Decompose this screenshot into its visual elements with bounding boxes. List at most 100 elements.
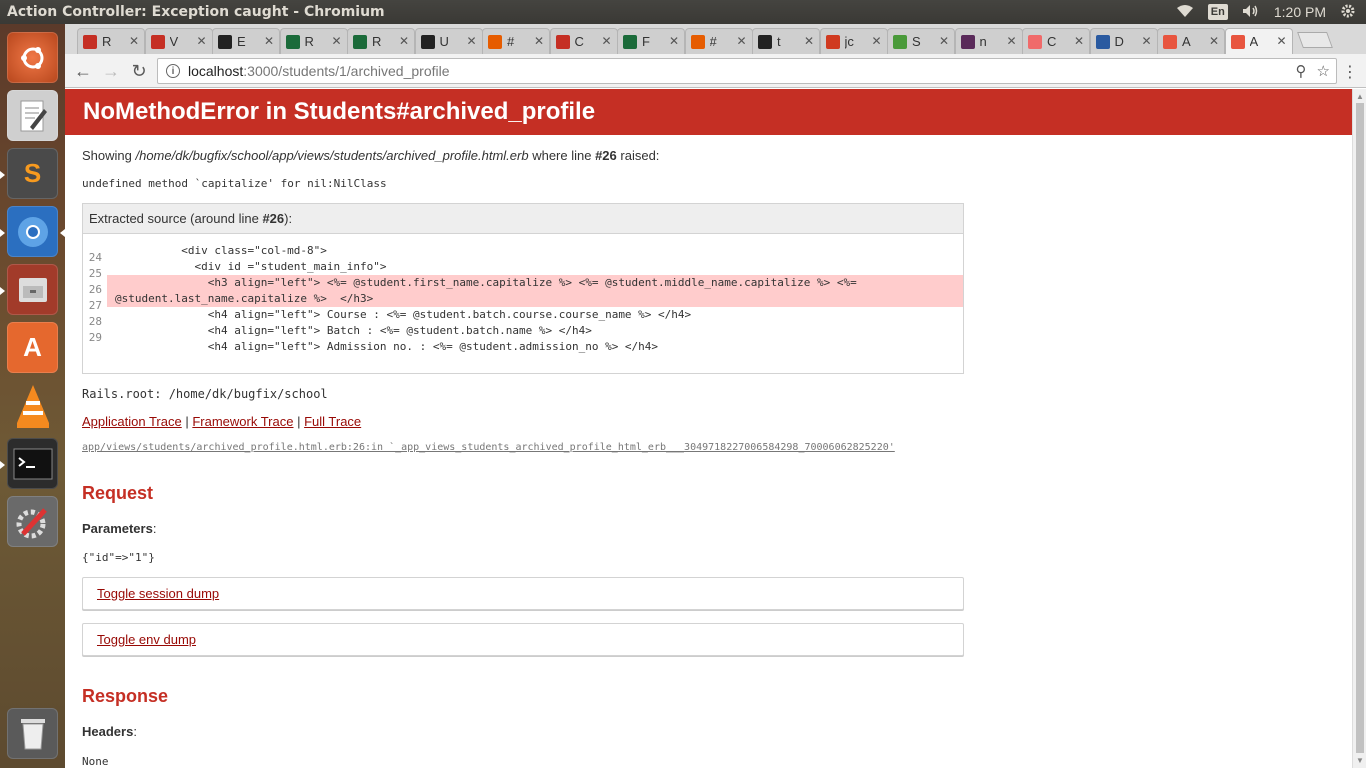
tab-close-icon[interactable]: ✕ <box>331 34 341 48</box>
request-heading: Request <box>82 483 154 503</box>
browser-tab[interactable]: C ✕ <box>1022 28 1090 54</box>
forward-arrow-icon[interactable]: → <box>100 60 122 82</box>
terminal-icon[interactable] <box>7 438 58 489</box>
browser-menu-icon[interactable]: ⋮ <box>1342 62 1358 82</box>
tab-favicon-icon <box>420 34 435 49</box>
tab-label: U <box>439 34 449 49</box>
clock[interactable]: 1:20 PM <box>1274 4 1326 20</box>
text-editor-icon[interactable] <box>7 90 58 141</box>
line-number: 29 <box>88 331 102 344</box>
page-info-icon[interactable]: i <box>166 64 180 78</box>
tab-favicon-icon <box>690 34 705 49</box>
tab-close-icon[interactable]: ✕ <box>1006 34 1016 48</box>
tab-close-icon[interactable]: ✕ <box>1209 34 1219 48</box>
tab-close-icon[interactable]: ✕ <box>804 34 814 48</box>
volume-icon[interactable] <box>1242 4 1260 21</box>
tab-favicon-icon <box>353 34 367 49</box>
tab-close-icon[interactable]: ✕ <box>534 34 544 48</box>
back-arrow-icon[interactable]: ← <box>72 60 94 82</box>
system-settings-icon[interactable] <box>7 496 58 547</box>
browser-tab[interactable]: A ✕ <box>1224 28 1293 54</box>
file-manager-icon[interactable] <box>7 264 58 315</box>
tab-close-icon[interactable]: ✕ <box>466 34 476 48</box>
browser-tab[interactable]: D ✕ <box>1089 28 1158 54</box>
browser-tab[interactable]: E ✕ <box>212 28 280 54</box>
bookmark-star-icon[interactable]: ☆ <box>1317 62 1330 80</box>
trace-line-link[interactable]: app/views/students/archived_profile.html… <box>82 442 1335 453</box>
new-tab-button[interactable] <box>1297 32 1333 48</box>
extracted-source: Extracted source (around line #26): 24 25… <box>82 203 964 374</box>
page-scrollbar[interactable]: ▲ ▼ <box>1352 89 1366 768</box>
browser-tab[interactable]: n ✕ <box>954 28 1023 54</box>
full-trace-link[interactable]: Full Trace <box>304 414 361 429</box>
launcher: S A <box>0 24 65 768</box>
browser-tab[interactable]: R ✕ <box>347 28 415 54</box>
tab-close-icon[interactable]: ✕ <box>871 34 881 48</box>
tab-close-icon[interactable]: ✕ <box>196 34 206 48</box>
tab-label: # <box>507 34 515 49</box>
browser-tab[interactable]: # ✕ <box>482 28 550 54</box>
browser-tab[interactable]: t ✕ <box>752 28 820 54</box>
scroll-down-icon[interactable]: ▼ <box>1356 756 1364 765</box>
scroll-up-icon[interactable]: ▲ <box>1356 92 1364 101</box>
tab-close-icon[interactable]: ✕ <box>1141 34 1151 48</box>
vlc-icon[interactable] <box>7 380 58 431</box>
software-center-icon[interactable]: A <box>7 322 58 373</box>
extracted-source-title: Extracted source (around line #26): <box>83 204 963 234</box>
browser-tab[interactable]: R ✕ <box>77 28 145 54</box>
address-bar[interactable]: i localhost:3000/students/1/archived_pro… <box>157 58 1337 84</box>
scrollbar-thumb[interactable] <box>1356 103 1364 753</box>
line-number: 26 <box>88 283 102 296</box>
browser-tab[interactable]: F ✕ <box>617 28 685 54</box>
rails-root: Rails.root: /home/dk/bugfix/school <box>82 387 328 401</box>
browser-tab[interactable]: # ✕ <box>684 28 753 54</box>
tab-label: E <box>237 34 246 49</box>
browser-tab[interactable]: S ✕ <box>887 28 955 54</box>
tab-close-icon[interactable]: ✕ <box>939 34 949 48</box>
tab-label: R <box>102 34 112 49</box>
sublime-text-icon[interactable]: S <box>7 148 58 199</box>
toggle-env-dump-link[interactable]: Toggle env dump <box>97 632 196 647</box>
browser-tab[interactable]: jc ✕ <box>819 28 888 54</box>
tab-close-icon[interactable]: ✕ <box>669 34 679 48</box>
tab-close-icon[interactable]: ✕ <box>1276 34 1286 48</box>
browser-tab[interactable]: V ✕ <box>144 28 213 54</box>
browser-tab[interactable]: R ✕ <box>279 28 348 54</box>
page-content: NoMethodError in Students#archived_profi… <box>65 89 1352 768</box>
address-host: localhost <box>188 63 244 79</box>
ubuntu-dash-icon[interactable] <box>7 32 58 83</box>
headers-label: Headers: <box>82 724 137 739</box>
code-line: <h4 align="left"> Course : <%= @student.… <box>115 308 692 321</box>
tab-close-icon[interactable]: ✕ <box>399 34 409 48</box>
toggle-session-dump-link[interactable]: Toggle session dump <box>97 586 219 601</box>
browser-tab[interactable]: C ✕ <box>549 28 618 54</box>
line-numbers: 24 25 26 27 28 29 <box>83 243 107 355</box>
application-trace-link[interactable]: Application Trace <box>82 414 182 429</box>
zoom-icon[interactable]: ⚲ <box>1296 62 1307 80</box>
tab-close-icon[interactable]: ✕ <box>601 34 611 48</box>
error-header: NoMethodError in Students#archived_profi… <box>65 89 1352 135</box>
browser-tab[interactable]: U ✕ <box>414 28 483 54</box>
trash-icon[interactable] <box>7 708 58 759</box>
tab-close-icon[interactable]: ✕ <box>264 34 274 48</box>
chromium-icon[interactable] <box>7 206 58 257</box>
tab-favicon-icon <box>1028 34 1042 49</box>
tab-favicon-icon <box>1163 34 1177 49</box>
framework-trace-link[interactable]: Framework Trace <box>192 414 293 429</box>
tab-favicon-icon <box>1230 34 1245 49</box>
tab-close-icon[interactable]: ✕ <box>129 34 139 48</box>
tab-close-icon[interactable]: ✕ <box>736 34 746 48</box>
settings-gear-icon[interactable] <box>1340 3 1356 22</box>
error-message: undefined method `capitalize' for nil:Ni… <box>82 177 387 190</box>
code-line: @student.last_name.capitalize %> </h3> <box>107 291 963 307</box>
wifi-icon[interactable] <box>1176 4 1194 21</box>
tab-close-icon[interactable]: ✕ <box>1074 34 1084 48</box>
line-number: 27 <box>88 299 102 312</box>
browser-tab[interactable]: A ✕ <box>1157 28 1225 54</box>
tab-label: n <box>979 34 987 49</box>
toggle-env-box: Toggle env dump <box>82 623 964 656</box>
tab-favicon-icon <box>218 34 232 49</box>
keyboard-layout-indicator[interactable]: En <box>1207 4 1228 20</box>
reload-icon[interactable]: ↻ <box>128 60 150 82</box>
tab-label: V <box>169 34 179 49</box>
